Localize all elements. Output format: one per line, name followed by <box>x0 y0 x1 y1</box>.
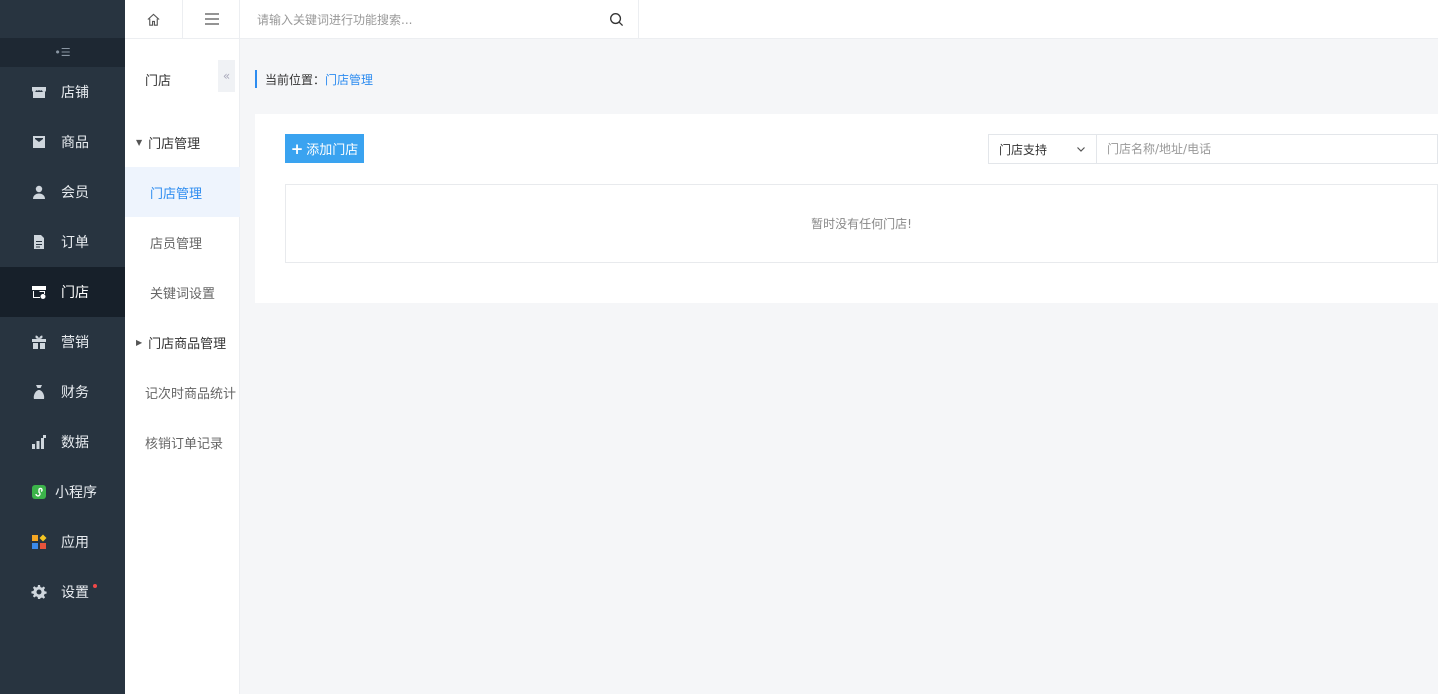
subnav-item-label: 关键词设置 <box>150 286 216 302</box>
hamburger-icon <box>204 13 219 25</box>
store-icon <box>31 84 47 100</box>
subnav-list: ▼ 门店管理 门店管理 店员管理 关键词设置 ▶ 门店商品管理 记次时商品统计 … <box>125 117 240 467</box>
collapse-menu-icon: •☰ <box>54 46 71 59</box>
sidebar-item-label: 订单 <box>61 235 89 251</box>
top-bar <box>240 0 1438 39</box>
sidebar-logo-area <box>0 0 125 38</box>
home-button[interactable] <box>125 0 183 39</box>
sidebar-item-label: 数据 <box>61 435 89 451</box>
sidebar-item-label: 财务 <box>61 385 89 401</box>
double-chevron-left-icon: « <box>222 69 231 83</box>
content-card: +添加门店 门店支持 暂时没有任何门店! <box>255 114 1438 303</box>
sidebar-item-apps[interactable]: 应用 <box>0 517 125 567</box>
notification-dot <box>93 584 97 588</box>
apps-icon <box>31 534 47 550</box>
sub-sidebar: 门店 « ▼ 门店管理 门店管理 店员管理 关键词设置 ▶ 门店商品管理 记次时… <box>125 0 240 694</box>
plus-icon: + <box>290 139 304 158</box>
sidebar-item-label: 门店 <box>61 285 89 301</box>
gift-icon <box>31 334 47 350</box>
sidebar-item-label: 设置 <box>61 585 89 601</box>
subnav-group-store-goods[interactable]: ▶ 门店商品管理 <box>125 317 240 367</box>
breadcrumb-current[interactable]: 门店管理 <box>325 71 373 88</box>
sidebar-item-mini-program[interactable]: 小程序 <box>0 467 125 517</box>
caret-down-icon: ▼ <box>136 137 143 147</box>
bar-chart-icon <box>31 434 47 450</box>
subnav-item-label: 门店管理 <box>150 186 203 202</box>
breadcrumb-prefix: 当前位置： <box>265 72 326 87</box>
money-bag-icon <box>31 384 47 400</box>
sidebar-item-finance[interactable]: 财务 <box>0 367 125 417</box>
subnav-item-label: 记次时商品统计 <box>145 386 237 402</box>
function-search-input[interactable] <box>240 1 590 38</box>
empty-state: 暂时没有任何门店! <box>285 184 1438 263</box>
store-filter-input[interactable] <box>1097 134 1438 164</box>
sidebar-item-data[interactable]: 数据 <box>0 417 125 467</box>
search-icon <box>609 12 623 26</box>
subnav-item-label: 店员管理 <box>150 236 203 252</box>
gear-icon <box>31 584 47 600</box>
sidebar-item-settings[interactable]: 设置 <box>0 567 125 617</box>
sidebar-item-label: 会员 <box>61 185 89 201</box>
subnav-item-keyword-settings[interactable]: 关键词设置 <box>125 267 240 317</box>
add-store-label: 添加门店 <box>306 143 359 158</box>
subnav-collapse-button[interactable]: « <box>218 60 235 92</box>
subnav-item-label: 核销订单记录 <box>145 436 224 452</box>
mini-program-icon <box>31 484 47 500</box>
sidebar-item-member[interactable]: 会员 <box>0 167 125 217</box>
shop-icon <box>31 284 47 300</box>
order-icon <box>31 234 47 250</box>
sidebar-item-label: 应用 <box>61 535 89 551</box>
menu-toggle-button[interactable] <box>183 0 240 39</box>
subnav-item-label: 门店管理 <box>148 136 201 152</box>
select-value: 门店支持 <box>999 142 1048 157</box>
breadcrumb: 当前位置： 门店管理 <box>255 70 373 88</box>
sidebar-item-label: 店铺 <box>61 85 89 101</box>
goods-icon <box>31 134 47 150</box>
sidebar-item-order[interactable]: 订单 <box>0 217 125 267</box>
subnav-item-staff-management[interactable]: 店员管理 <box>125 217 240 267</box>
chevron-down-icon <box>1077 147 1085 152</box>
sidebar-collapse-toggle[interactable]: •☰ <box>0 38 125 67</box>
caret-right-icon: ▶ <box>136 337 143 347</box>
store-support-select[interactable]: 门店支持 <box>988 134 1097 164</box>
sidebar-item-store[interactable]: 店铺 <box>0 67 125 117</box>
empty-state-text: 暂时没有任何门店! <box>811 217 912 231</box>
subnav-item-timed-goods-stats[interactable]: 记次时商品统计 <box>125 367 240 417</box>
add-store-button[interactable]: + 添加门店 <box>285 134 364 163</box>
sidebar-item-shop[interactable]: 门店 <box>0 267 125 317</box>
home-icon <box>147 13 160 26</box>
subnav-title: 门店 <box>145 74 172 89</box>
subnav-item-store-management[interactable]: 门店管理 <box>125 167 240 217</box>
search-button[interactable] <box>604 7 628 31</box>
function-search <box>240 0 639 39</box>
sidebar-item-marketing[interactable]: 营销 <box>0 317 125 367</box>
user-icon <box>31 184 47 200</box>
subnav-group-store-management[interactable]: ▼ 门店管理 <box>125 117 240 167</box>
sidebar-item-label: 小程序 <box>55 485 97 501</box>
sidebar-item-label: 营销 <box>61 335 89 351</box>
subnav-item-verification-orders[interactable]: 核销订单记录 <box>125 417 240 467</box>
sidebar-item-label: 商品 <box>61 135 89 151</box>
main-sidebar: •☰ 店铺 商品 会员 订单 门店 营销 财务 数据 小程序 应用 设置 <box>0 0 125 694</box>
sidebar-item-goods[interactable]: 商品 <box>0 117 125 167</box>
subnav-item-label: 门店商品管理 <box>148 336 227 352</box>
